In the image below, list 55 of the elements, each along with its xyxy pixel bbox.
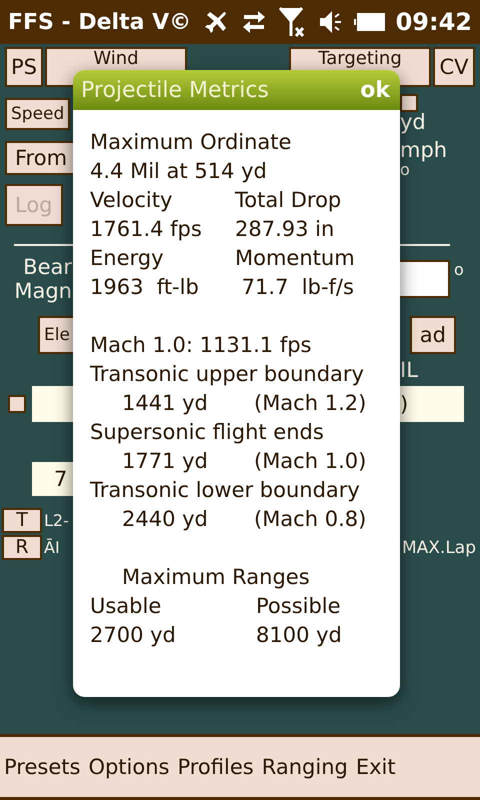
metric-text: 71.7 lb-f/s — [240, 274, 354, 301]
app-title: FFS - Delta V© — [8, 10, 192, 34]
metric-text: Usable — [90, 594, 162, 618]
metric-text: 2700 yd — [90, 623, 176, 647]
menu-item[interactable]: Options — [88, 755, 170, 779]
metric-text: Supersonic flight ends — [90, 419, 324, 446]
menu-item[interactable]: Exit — [356, 755, 396, 779]
battery-icon[interactable] — [354, 12, 386, 32]
button[interactable]: R — [2, 535, 42, 560]
metric-text: Momentum — [235, 245, 355, 272]
clock-time: 09:42 — [396, 8, 472, 36]
button[interactable]: Ele — [38, 316, 76, 354]
input-field[interactable]: ) — [400, 386, 464, 422]
bearing-field[interactable] — [398, 260, 450, 298]
info-text: ĀI — [44, 538, 60, 557]
field-label: Magn — [14, 279, 72, 303]
metric-text: 1441 yd — [122, 391, 208, 415]
metric-text: 1761.4 fps — [90, 217, 202, 241]
metric-text: (Mach 1.0) — [254, 448, 366, 475]
metric-text: 287.93 in — [235, 216, 334, 243]
menu-item[interactable]: Presets — [4, 755, 80, 779]
button[interactable]: Speed — [5, 98, 70, 130]
info-text: L2- — [44, 511, 69, 530]
mute-icon[interactable] — [318, 9, 344, 35]
unit-label: mph — [400, 138, 448, 162]
metric-text: Transonic lower boundary — [90, 477, 360, 504]
info-text: MAX.Lap — [402, 538, 476, 558]
metric-text: 1771 yd — [122, 449, 208, 473]
unit-label: yd — [400, 112, 427, 132]
metric-text: 1963 ft-lb — [90, 275, 199, 299]
degree-label: o — [400, 162, 410, 178]
metric-text: 4.4 Mil at 514 yd — [90, 158, 267, 185]
checkbox[interactable] — [8, 395, 26, 413]
metric-text: (Mach 0.8) — [254, 506, 366, 533]
metric-text: (Mach 1.2) — [254, 390, 366, 417]
metric-text: 2440 yd — [122, 507, 208, 531]
field-label: Bear — [23, 255, 72, 279]
metric-text: Transonic upper boundary — [90, 361, 364, 388]
metric-text: Total Drop — [235, 187, 342, 214]
checkbox[interactable] — [400, 94, 418, 112]
metric-text: Energy — [90, 246, 164, 270]
metric-text: 8100 yd — [256, 622, 342, 649]
button[interactable]: T — [2, 508, 42, 533]
metric-text: Possible — [256, 593, 341, 620]
degree-label: o — [454, 260, 464, 279]
menu-item[interactable]: Ranging — [262, 755, 348, 779]
button[interactable]: ad — [410, 316, 456, 354]
section-heading: Maximum Ranges — [122, 564, 310, 591]
menu-item[interactable]: Profiles — [177, 755, 254, 779]
caption-text: IL — [400, 358, 419, 382]
metric-text: Mach 1.0: 1131.1 fps — [90, 332, 312, 359]
button[interactable]: CV — [433, 47, 475, 87]
metric-text: Velocity — [90, 188, 172, 212]
button[interactable]: PS — [5, 47, 43, 87]
metric-text: Maximum Ordinate — [90, 129, 292, 156]
